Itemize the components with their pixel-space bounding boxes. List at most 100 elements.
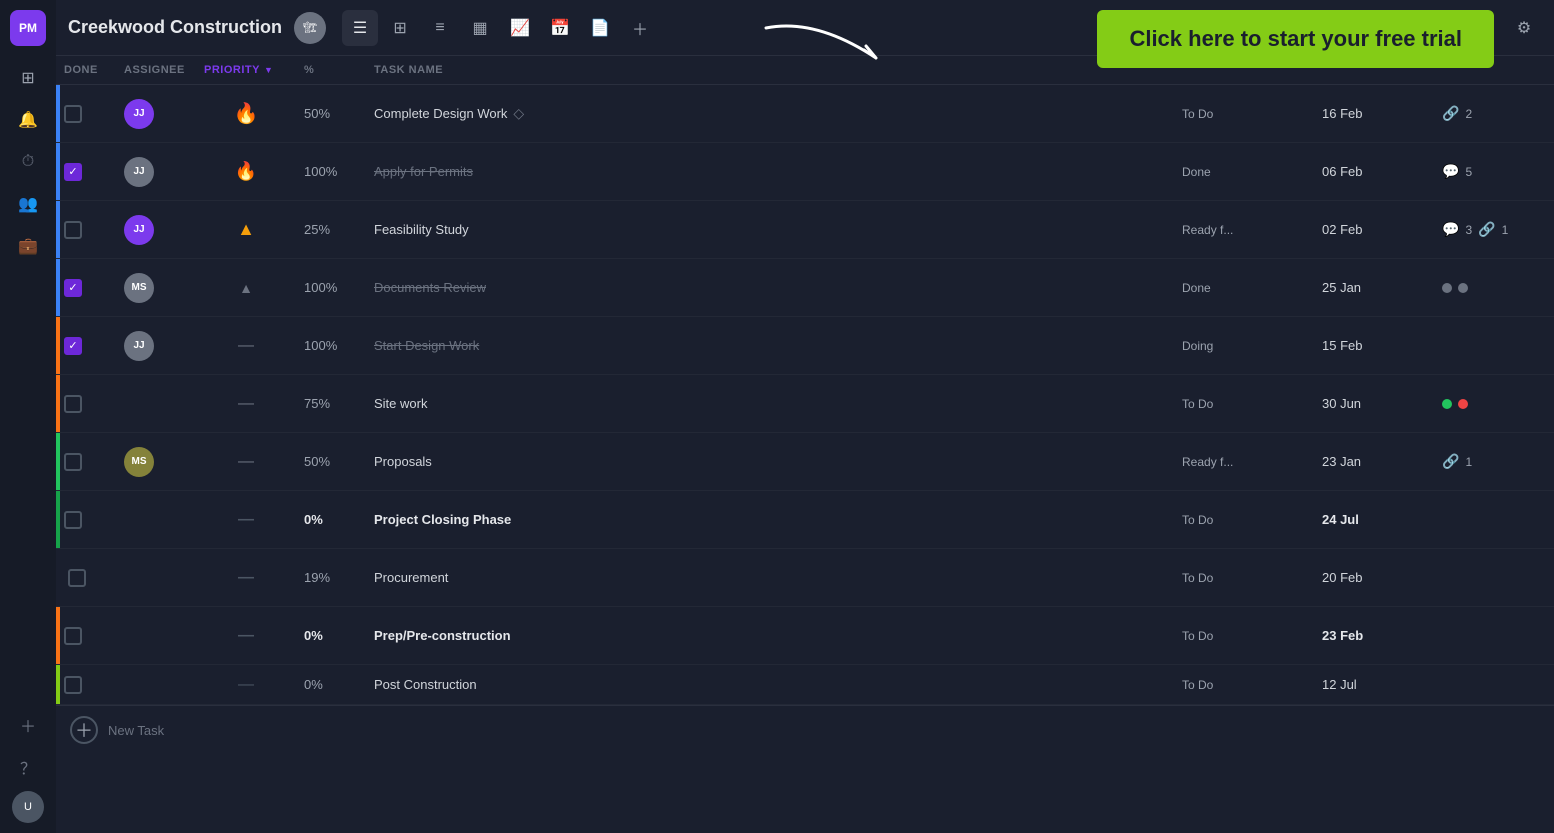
sidebar-item-home[interactable]: ⊞: [10, 60, 46, 96]
sidebar-item-people[interactable]: 👥: [10, 186, 46, 222]
cell-done[interactable]: [56, 627, 116, 645]
list-view-tab[interactable]: ☰: [342, 10, 378, 46]
cell-priority: ▲: [196, 219, 296, 240]
cell-percent: 19%: [296, 570, 366, 585]
doc-view-tab[interactable]: 📄: [582, 10, 618, 46]
cell-priority: —: [196, 627, 296, 645]
cell-done[interactable]: ✓: [56, 279, 116, 297]
cell-done[interactable]: [56, 221, 116, 239]
cell-done[interactable]: [56, 105, 116, 123]
cell-status: To Do: [1174, 571, 1314, 585]
cell-date: 23 Jan: [1314, 454, 1434, 469]
cell-badges: [1434, 399, 1554, 409]
cell-assignee: JJ: [116, 157, 196, 187]
cell-percent: 0%: [296, 677, 366, 692]
cell-priority: —: [196, 569, 296, 587]
cell-taskname[interactable]: Apply for Permits: [366, 164, 1174, 179]
col-priority: PRIORITY ▼: [196, 64, 296, 76]
done-checkbox[interactable]: [64, 511, 82, 529]
new-task-row[interactable]: ＋ New Task: [56, 705, 1554, 754]
dash-icon: —: [238, 511, 254, 529]
gantt-view-tab[interactable]: ⊞: [382, 10, 418, 46]
cell-taskname[interactable]: Prep/Pre-construction: [366, 628, 1174, 643]
done-checkbox[interactable]: [64, 395, 82, 413]
cell-taskname[interactable]: Documents Review: [366, 280, 1174, 295]
board-view-tab[interactable]: ≡: [422, 10, 458, 46]
done-checkbox[interactable]: ✓: [64, 163, 82, 181]
cell-taskname[interactable]: Start Design Work: [366, 338, 1174, 353]
chart-view-tab[interactable]: 📈: [502, 10, 538, 46]
new-task-button[interactable]: ＋: [70, 716, 98, 744]
cell-badges: [1434, 283, 1554, 293]
cell-percent: 25%: [296, 222, 366, 237]
cell-taskname[interactable]: Proposals: [366, 454, 1174, 469]
cell-status: Ready f...: [1174, 455, 1314, 469]
cell-done[interactable]: [56, 511, 116, 529]
sidebar-add-button[interactable]: ＋: [10, 707, 46, 743]
status-dot-red: [1458, 399, 1468, 409]
cell-percent: 50%: [296, 106, 366, 121]
sidebar-item-projects[interactable]: 💼: [10, 228, 46, 264]
sidebar-help-button[interactable]: ？: [10, 749, 46, 785]
done-checkbox[interactable]: ✓: [64, 279, 82, 297]
cell-priority: 🔥: [196, 101, 296, 126]
cell-done[interactable]: ✓: [56, 163, 116, 181]
done-checkbox[interactable]: [64, 221, 82, 239]
comment-icon: 💬: [1442, 163, 1459, 180]
cell-done[interactable]: [56, 569, 116, 587]
sidebar: PM ⊞ 🔔 ⏱ 👥 💼 ＋ ？ U: [0, 0, 56, 833]
table-view-tab[interactable]: ▦: [462, 10, 498, 46]
cell-date: 30 Jun: [1314, 396, 1434, 411]
done-checkbox[interactable]: ✓: [64, 337, 82, 355]
cell-taskname[interactable]: Procurement: [366, 570, 1174, 585]
table-row: ✓ MS ▲ 100% Documents Review Done 25 Jan: [56, 259, 1554, 317]
add-view-tab[interactable]: ＋: [622, 10, 658, 46]
done-checkbox[interactable]: [64, 676, 82, 694]
settings-icon[interactable]: ⚙: [1506, 10, 1542, 46]
dash-icon: —: [238, 676, 254, 694]
cell-taskname[interactable]: Feasibility Study: [366, 222, 1174, 237]
row-bar: [56, 491, 60, 548]
cell-done[interactable]: [56, 453, 116, 471]
cell-priority: —: [196, 676, 296, 694]
cell-percent: 0%: [296, 512, 366, 527]
cell-priority: —: [196, 395, 296, 413]
cell-percent: 100%: [296, 338, 366, 353]
done-checkbox[interactable]: [68, 569, 86, 587]
avatar: MS: [124, 273, 154, 303]
cta-banner[interactable]: Click here to start your free trial: [1097, 10, 1494, 68]
cell-done[interactable]: [56, 676, 116, 694]
cell-done[interactable]: ✓: [56, 337, 116, 355]
cell-date: 12 Jul: [1314, 677, 1434, 692]
done-checkbox[interactable]: [64, 105, 82, 123]
cell-done[interactable]: [56, 395, 116, 413]
done-checkbox[interactable]: [64, 453, 82, 471]
done-checkbox[interactable]: [64, 627, 82, 645]
cell-taskname[interactable]: Site work: [366, 396, 1174, 411]
calendar-view-tab[interactable]: 📅: [542, 10, 578, 46]
task-table: DONE ASSIGNEE PRIORITY ▼ % TASK NAME JJ …: [56, 56, 1554, 833]
row-bar: [56, 433, 60, 490]
status-dot-gray2: [1458, 283, 1468, 293]
user-avatar[interactable]: U: [12, 791, 44, 823]
dash-icon: —: [238, 395, 254, 413]
cell-percent: 100%: [296, 280, 366, 295]
cell-assignee: MS: [116, 447, 196, 477]
col-taskname: TASK NAME: [366, 64, 1174, 76]
cell-taskname[interactable]: Complete Design Work ◇: [366, 105, 1174, 122]
project-avatar: 🏗: [294, 12, 326, 44]
cell-taskname[interactable]: Post Construction: [366, 677, 1174, 692]
sidebar-item-notifications[interactable]: 🔔: [10, 102, 46, 138]
table-row: — 75% Site work To Do 30 Jun: [56, 375, 1554, 433]
cell-priority: —: [196, 337, 296, 355]
col-done: DONE: [56, 64, 116, 76]
cell-priority: ▲: [196, 280, 296, 296]
cell-percent: 100%: [296, 164, 366, 179]
cell-taskname[interactable]: Project Closing Phase: [366, 512, 1174, 527]
sidebar-item-time[interactable]: ⏱: [10, 144, 46, 180]
link-icon: 🔗: [1478, 221, 1495, 238]
cell-status: To Do: [1174, 397, 1314, 411]
table-row: MS — 50% Proposals Ready f... 23 Jan 🔗 1: [56, 433, 1554, 491]
link-icon: 🔗: [1442, 105, 1459, 122]
app-logo[interactable]: PM: [10, 10, 46, 46]
